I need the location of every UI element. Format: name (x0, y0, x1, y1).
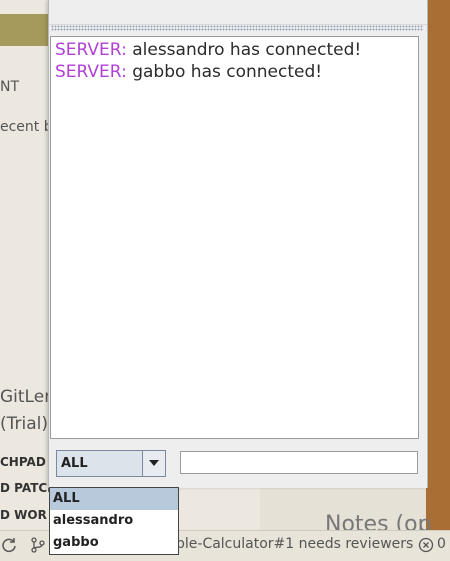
background-label: NT (0, 79, 20, 95)
dropdown-arrow-icon (149, 460, 159, 466)
chat-log: SERVER: alessandro has connected! SERVER… (50, 36, 419, 439)
message-text: alessandro has connected! (126, 40, 362, 60)
message-text: gabbo has connected! (126, 62, 323, 82)
message-sender: SERVER: (55, 40, 127, 60)
background-bold-item: CHPAD (0, 455, 46, 469)
recipient-option-alessandro[interactable]: alessandro (50, 510, 178, 532)
recipient-select[interactable]: ALL (56, 450, 166, 477)
status-text[interactable]: ple-Calculator#1 needs reviewers (176, 536, 413, 552)
recipient-dropdown-list: ALL alessandro gabbo (49, 487, 179, 555)
background-label: ecent b (0, 119, 53, 135)
split-pane-divider[interactable] (51, 25, 423, 31)
recipient-select-value: ALL (61, 456, 88, 471)
recipient-option-all[interactable]: ALL (50, 488, 178, 510)
background-title-line: GitLen (0, 387, 55, 407)
sync-icon[interactable] (1, 537, 17, 553)
branch-icon[interactable] (30, 537, 46, 553)
error-icon[interactable] (418, 537, 434, 553)
window-title-bar[interactable] (49, 0, 427, 25)
chat-message: SERVER: gabbo has connected! (55, 61, 414, 83)
chat-window: SERVER: alessandro has connected! SERVER… (48, 0, 428, 488)
message-sender: SERVER: (55, 62, 127, 82)
recipient-option-gabbo[interactable]: gabbo (50, 532, 178, 554)
dropdown-arrow-button[interactable] (142, 451, 165, 476)
background-bold-item: D WOR (0, 508, 47, 522)
error-count[interactable]: 0 (437, 536, 446, 552)
message-input[interactable] (180, 451, 418, 474)
chat-message: SERVER: alessandro has connected! (55, 39, 414, 61)
background-title-line: (Trial) (0, 414, 49, 434)
